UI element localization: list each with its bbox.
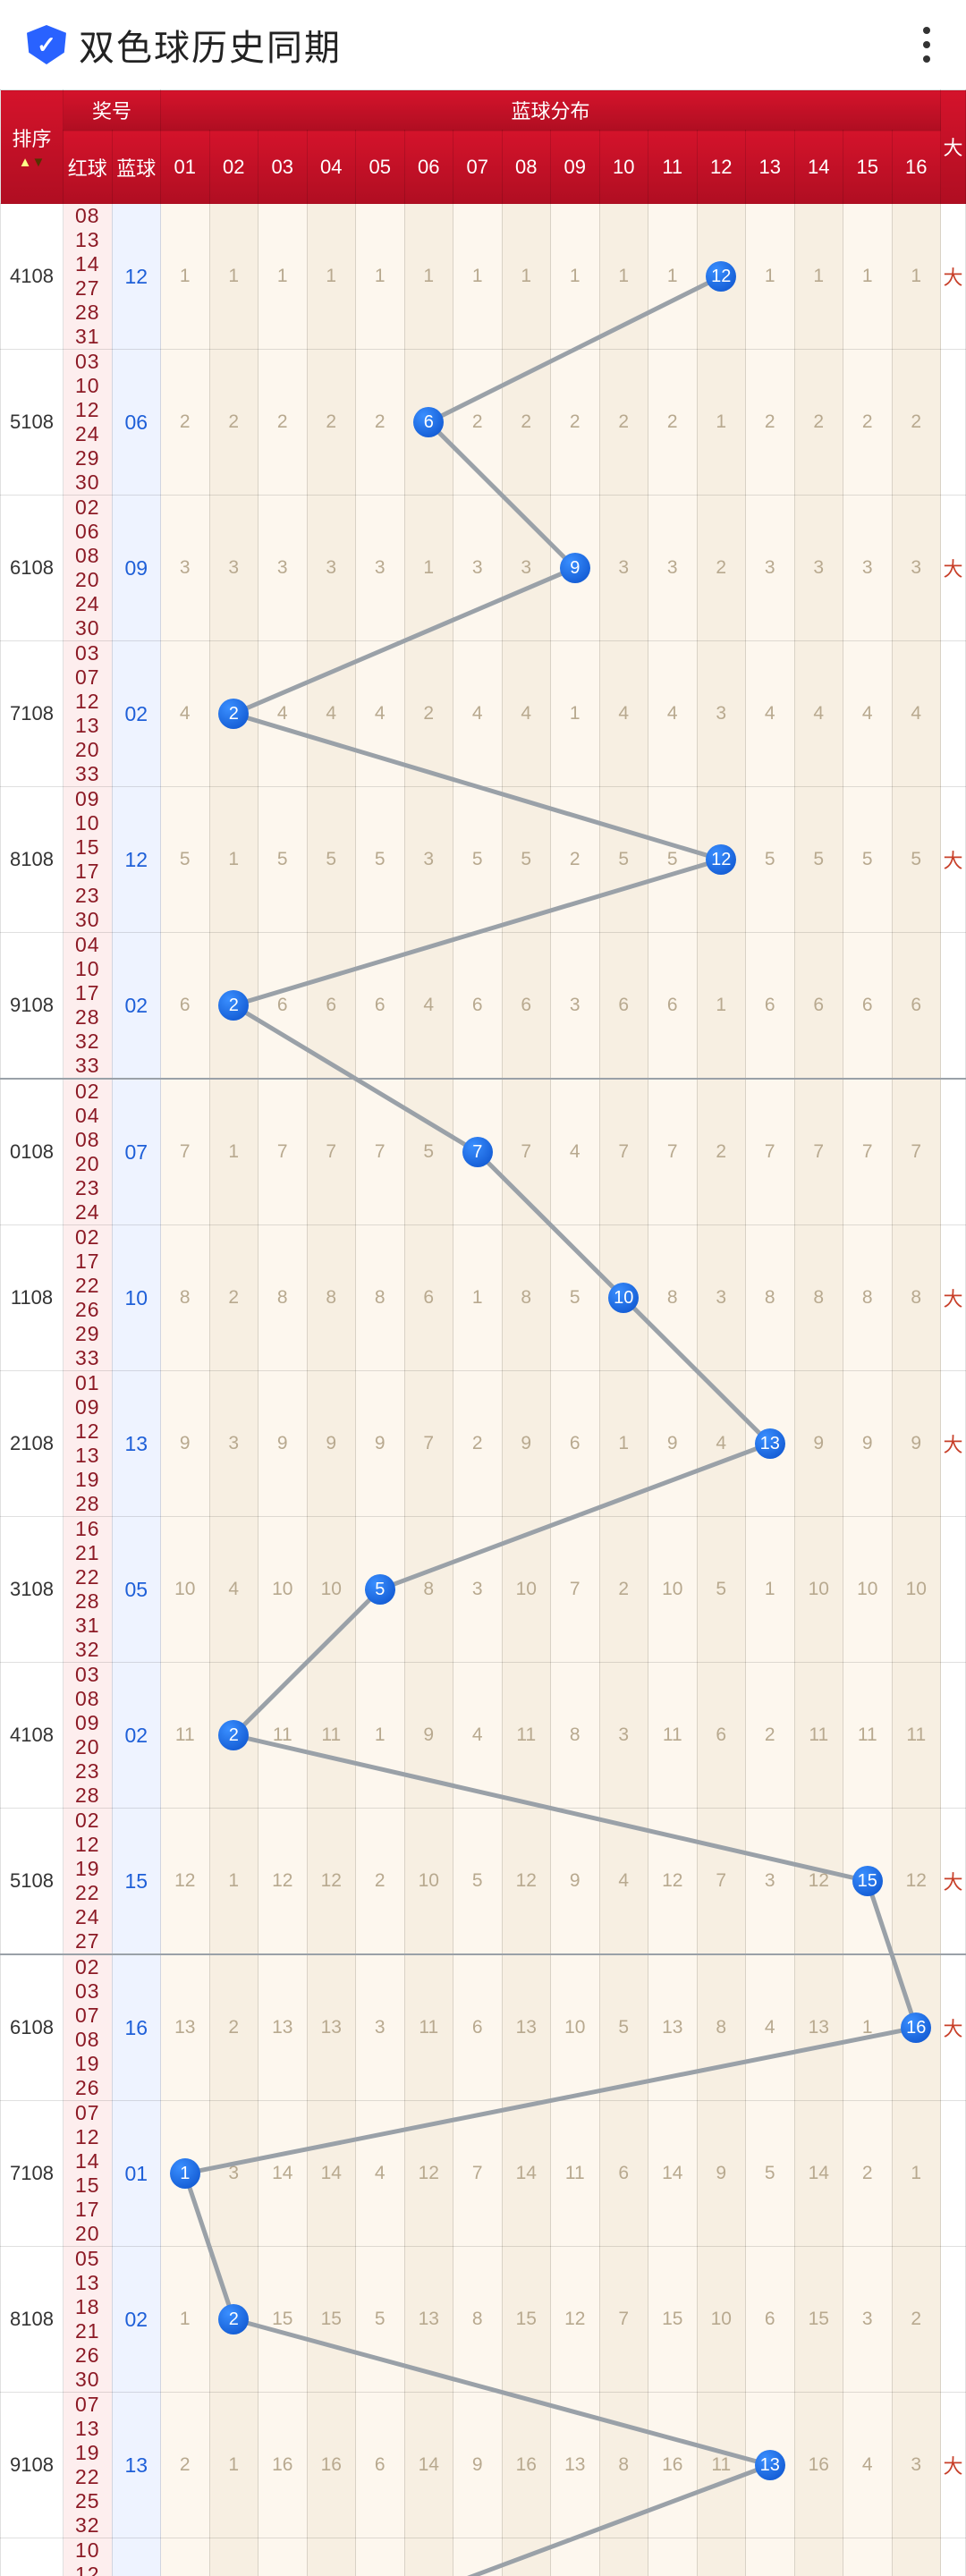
col-header-02: 02 — [209, 131, 258, 204]
col-header-14: 14 — [794, 131, 843, 204]
red-header: 红球 — [64, 131, 113, 204]
more-menu-button[interactable] — [914, 18, 939, 72]
blue-ball: 16 — [901, 2012, 931, 2043]
blue-ball: 15 — [852, 1866, 883, 1896]
table-row: 010810 12 15 17 23 320532171751510171491… — [1, 2538, 966, 2576]
blue-ball: 2 — [218, 990, 249, 1021]
blue-ball: 12 — [706, 261, 736, 292]
col-header-10: 10 — [599, 131, 648, 204]
col-header-16: 16 — [892, 131, 941, 204]
table-row: 810805 13 18 21 26 300212151551381512715… — [1, 2247, 966, 2393]
blue-ball: 2 — [218, 2304, 249, 2334]
table-row: 910807 13 19 22 25 321321161661491613816… — [1, 2393, 966, 2538]
blue-ball: 1 — [170, 2158, 200, 2189]
table-row: 810809 10 15 17 23 301251555355255125555… — [1, 787, 966, 933]
table-row: 410808 13 14 27 28 311211111111111121111… — [1, 204, 966, 350]
col-header-06: 06 — [404, 131, 453, 204]
trend-table: 排序▲▼ 奖号 蓝球分布 大 红球 蓝球 0102030405060708091… — [0, 89, 966, 2576]
blue-ball: 7 — [462, 1137, 493, 1167]
blue-ball: 6 — [413, 407, 444, 437]
table-row: 210801 09 12 13 19 281393999729619413999… — [1, 1371, 966, 1517]
table-row: 610802 06 08 20 24 30093333313393323333大 — [1, 496, 966, 641]
sort-header[interactable]: 排序▲▼ — [1, 90, 64, 204]
blue-header: 蓝球 — [112, 131, 161, 204]
col-header-01: 01 — [161, 131, 210, 204]
col-header-07: 07 — [453, 131, 503, 204]
table-row: 110802 17 22 26 29 331082888618510838888… — [1, 1225, 966, 1371]
table-row: 010802 04 08 20 23 24077177757747727777 — [1, 1079, 966, 1225]
table-row: 610802 03 07 08 19 261613213133116131051… — [1, 1954, 966, 2101]
col-header-12: 12 — [697, 131, 746, 204]
blue-ball: 9 — [560, 553, 590, 583]
blue-ball: 5 — [365, 1574, 395, 1605]
blue-ball: 10 — [608, 1283, 639, 1313]
col-header-15: 15 — [843, 131, 893, 204]
table-row: 710803 07 12 13 20 33024244424414434444 — [1, 641, 966, 787]
col-header-11: 11 — [648, 131, 698, 204]
prize-header: 奖号 — [64, 90, 161, 131]
table-row: 310816 21 22 28 31 320510410105831072105… — [1, 1517, 966, 1663]
blue-ball: 2 — [218, 699, 249, 729]
col-header-08: 08 — [502, 131, 551, 204]
col-header-04: 04 — [307, 131, 356, 204]
table-row: 510803 10 12 24 29 30062222262222212222 — [1, 350, 966, 496]
table-row: 910804 10 17 28 32 33026266646636616666 — [1, 933, 966, 1080]
col-header-03: 03 — [258, 131, 308, 204]
blue-dist-header: 蓝球分布 — [161, 90, 941, 131]
table-row: 510802 12 19 22 24 271512112122105129412… — [1, 1809, 966, 1955]
blue-ball: 13 — [755, 1428, 785, 1459]
col-header-13: 13 — [746, 131, 795, 204]
ext-header: 大 — [941, 90, 966, 204]
blue-ball: 2 — [218, 1720, 249, 1750]
table-row: 710807 12 14 15 17 200113141441271411614… — [1, 2101, 966, 2247]
blue-ball: 12 — [706, 844, 736, 875]
col-header-05: 05 — [356, 131, 405, 204]
table-row: 410803 08 09 20 23 280211211111941183116… — [1, 1663, 966, 1809]
verified-shield-icon — [27, 25, 66, 64]
page-title: 双色球历史同期 — [79, 19, 342, 71]
col-header-09: 09 — [551, 131, 600, 204]
blue-ball: 13 — [755, 2450, 785, 2480]
